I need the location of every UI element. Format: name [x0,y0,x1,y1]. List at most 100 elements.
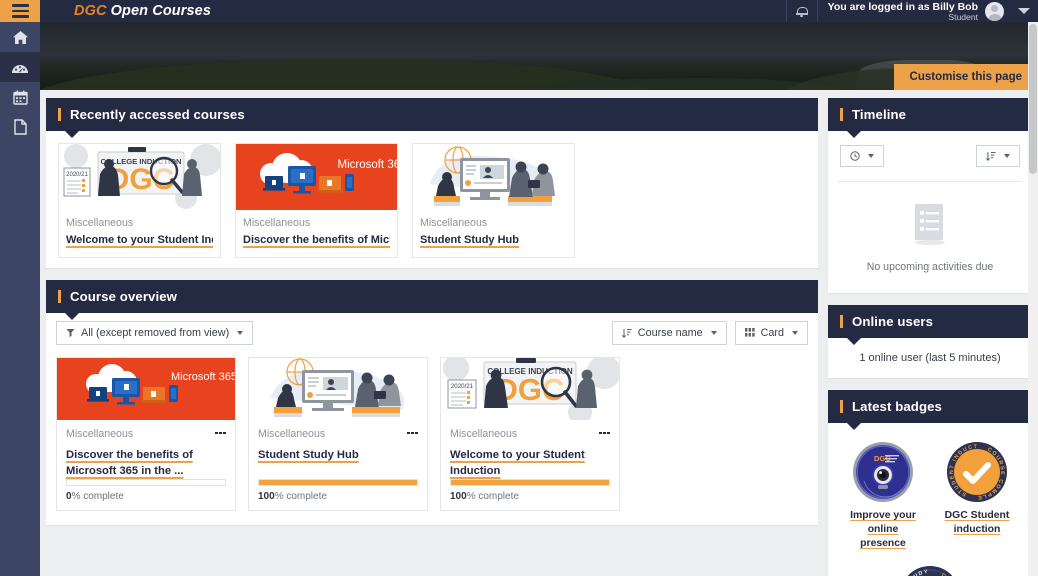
badge-item[interactable]: STUDENT INDUCTION COURSE COMPLETED DGC S… [938,441,1016,551]
latest-badges-block: Latest badges DGC Improve your online pr… [828,390,1032,576]
badge-name-link[interactable]: Improve your online presence [844,509,922,551]
progress-suffix: % complete [71,491,124,503]
course-meta: Miscellaneous Discover the benefits of M… [236,210,397,257]
badge-item[interactable]: STUDENT STUDY HUB COURSE COMPLETED Stude… [891,565,969,576]
course-card[interactable]: Microsoft 365 Miscellaneous Discover the… [56,356,236,512]
course-name-link[interactable]: Welcome to your Student Induction [450,447,610,479]
site-logo[interactable]: DGC Open Courses [74,3,211,19]
course-overview-toolbar: All (except removed from view) Course na… [46,313,818,349]
block-header: Latest badges [828,390,1032,430]
clock-icon [850,151,860,161]
chevron-down-icon [1004,154,1010,158]
course-progress: 0% complete [57,479,235,510]
chevron-down-icon [792,330,798,335]
accent-bar [840,315,843,328]
chevron-down-icon [710,330,717,335]
course-card-body: Miscellaneous Discover the benefits of M… [57,420,235,479]
sidebar-item-dashboard[interactable] [0,52,40,82]
recent-course-card[interactable]: Microsoft 365 Miscellaneous Discover the… [235,143,398,258]
sidebar-item-calendar[interactable] [0,82,40,112]
progress-bar-fill [451,480,609,486]
dashboard-icon [12,64,28,73]
dashboard-page: Recently accessed courses COLLEGE INDUCT… [40,90,1038,576]
logo-title-text: Open Courses [110,3,211,19]
user-menu-toggle[interactable] [1010,0,1038,22]
timeline-block: Timeline No upcoming activities due [828,98,1032,293]
badge-image-student-study-hub: STUDENT STUDY HUB COURSE COMPLETED [899,565,961,576]
course-category: Miscellaneous [450,427,518,440]
course-name-link[interactable]: Student Study Hub [258,447,418,463]
progress-suffix: % complete [274,491,327,503]
progress-percent: 100 [258,491,275,503]
recent-course-card[interactable]: Miscellaneous Student Study Hub [412,143,575,258]
course-progress: 100% complete [441,479,619,510]
progress-label: 100% complete [258,491,418,502]
svg-text:2020/21: 2020/21 [66,172,88,178]
course-view-dropdown[interactable]: Card [734,320,808,345]
left-sidebar [0,22,40,576]
avatar[interactable] [985,1,1004,21]
progress-label: 0% complete [66,491,226,502]
menu-toggle-button[interactable] [0,0,40,22]
file-icon [13,119,27,135]
accent-bar [840,400,843,413]
header-notch [64,130,80,138]
activities-list-icon [915,204,945,246]
course-card[interactable]: Miscellaneous Student Study Hub 100% com… [248,356,428,512]
side-column: Timeline No upcoming activities due Onli… [828,98,1032,576]
progress-label: 100% complete [450,491,610,502]
course-progress: 100% complete [249,479,427,510]
accent-bar [58,289,61,303]
block-title: Recently accessed courses [70,107,245,122]
course-sort-dropdown[interactable]: Course name [611,320,727,345]
block-header: Online users [828,305,1032,345]
course-category: Miscellaneous [66,217,134,229]
user-menu[interactable]: Rebecca Rumble You are logged in as Bill… [818,0,1010,22]
badge-image-improve-online-presence: DGC [852,441,914,503]
recent-course-card[interactable]: COLLEGE INDUCTION DGC 2020/21 Miscellane… [58,143,221,258]
course-name-link[interactable]: Discover the benefits of Micros... [243,234,390,248]
course-card[interactable]: COLLEGE INDUCTION DGC 2020/21 Miscellane… [440,356,620,512]
page-scrollbar-thumb[interactable] [1029,24,1037,174]
notifications-button[interactable] [787,0,817,22]
course-meta: Miscellaneous Student Study Hub [413,210,574,257]
badge-image-dgc-student-induction: STUDENT INDUCTION COURSE COMPLETED [946,441,1008,503]
course-name-link[interactable]: Discover the benefits of Microsoft 365 i… [66,447,226,479]
customise-this-page-button[interactable]: Customise this page [893,64,1038,90]
calendar-icon [12,90,28,105]
course-name-link[interactable]: Student Study Hub [420,234,567,248]
course-overview-block: Course overview All (except removed from… [46,279,818,526]
bell-icon [796,6,809,17]
timeline-date-filter-dropdown[interactable] [840,145,884,167]
sort-icon [986,152,996,161]
progress-bar-fill [259,480,417,486]
course-card-menu-button[interactable] [407,428,418,435]
hamburger-line [11,15,29,18]
top-navigation-bar: DGC Open Courses Rebecca Rumble You are … [0,0,1038,22]
course-card-body: Miscellaneous Welcome to your Student In… [441,420,619,479]
course-meta: Miscellaneous Welcome to your Student In… [59,210,220,257]
logo-dgc-text: DGC [74,3,107,19]
top-nav-right-group: Rebecca Rumble You are logged in as Bill… [785,0,1038,22]
badge-name-link[interactable]: DGC Student induction [938,509,1016,537]
course-name-link[interactable]: Welcome to your Student Induc... [66,234,213,248]
course-card-body: Miscellaneous Student Study Hub [249,420,427,479]
chevron-down-icon [237,330,244,335]
course-card-menu-button[interactable] [599,428,610,435]
course-image-microsoft-365: Microsoft 365 [57,357,235,420]
course-view-label: Card [760,326,784,339]
user-role-label: Student [948,12,978,23]
course-cards-grid: Microsoft 365 Miscellaneous Discover the… [46,349,818,525]
sort-icon [621,328,632,338]
timeline-sort-dropdown[interactable] [976,145,1020,167]
block-title: Latest badges [852,399,942,414]
sidebar-item-private-files[interactable] [0,112,40,142]
page-banner-image [40,22,1038,90]
course-card-menu-button[interactable] [215,428,226,435]
badge-item[interactable]: DGC Improve your online presence [844,441,922,551]
course-filter-label: All (except removed from view) [81,326,230,339]
progress-bar [66,479,226,487]
sidebar-item-home[interactable] [0,22,40,52]
course-filter-dropdown[interactable]: All (except removed from view) [56,320,254,345]
header-notch [64,311,80,320]
